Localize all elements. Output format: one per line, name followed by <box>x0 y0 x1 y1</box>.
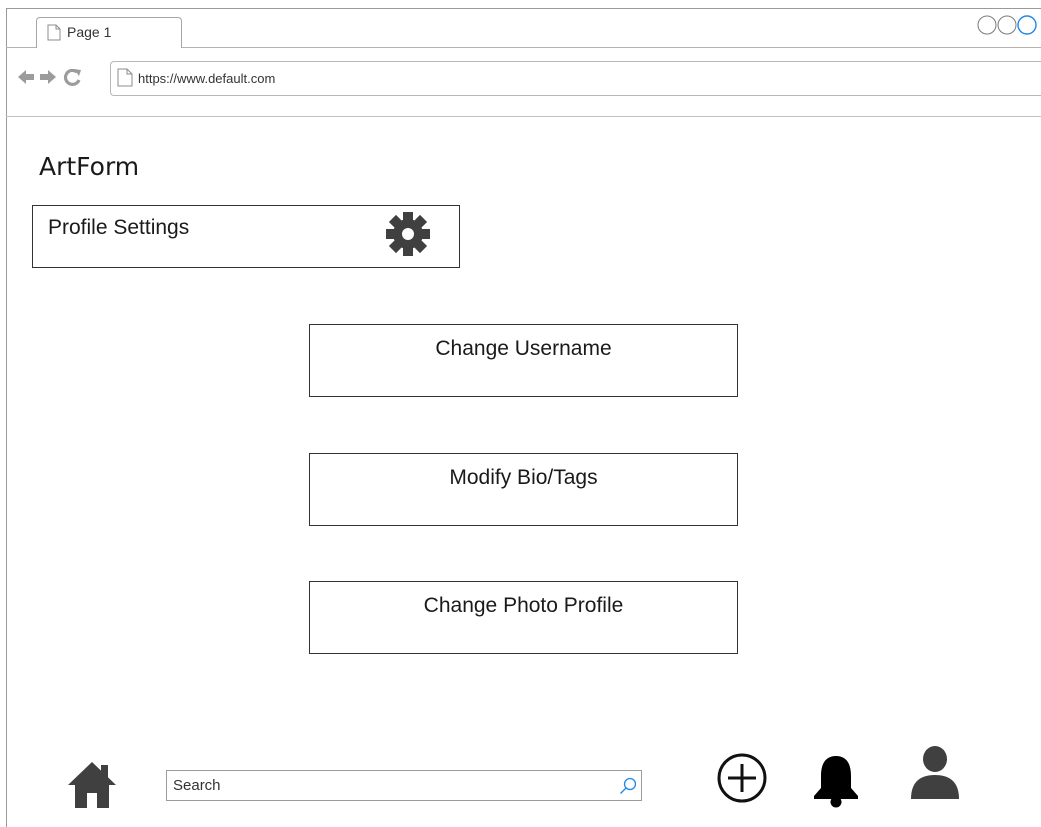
window-control-circle <box>1017 15 1037 35</box>
search-icon[interactable] <box>619 777 637 800</box>
change-photo-profile-label: Change Photo Profile <box>423 594 624 617</box>
tab-label: Page 1 <box>67 24 112 40</box>
toolbar-divider <box>6 116 1041 117</box>
url-text[interactable]: https://www.default.com <box>138 71 275 87</box>
browser-window: Page 1 https://www.default.com ArtForm P… <box>0 0 1041 827</box>
modify-bio-tags-label: Modify Bio/Tags <box>449 466 598 489</box>
modify-bio-tags-button[interactable]: Modify Bio/Tags <box>309 453 738 526</box>
browser-frame <box>6 8 1041 827</box>
reload-icon <box>63 68 81 86</box>
window-controls <box>977 14 1041 41</box>
change-username-button[interactable]: Change Username <box>309 324 738 397</box>
add-circle-icon[interactable] <box>716 752 768 809</box>
page-icon <box>47 24 61 46</box>
change-username-label: Change Username <box>435 337 612 360</box>
home-icon[interactable] <box>67 760 117 815</box>
page-icon <box>117 68 133 92</box>
browser-nav-icons <box>18 68 108 92</box>
bell-icon[interactable] <box>812 754 860 813</box>
window-control-circle <box>977 15 997 35</box>
profile-settings-label: Profile Settings <box>48 216 190 239</box>
app-title: ArtForm <box>39 152 140 181</box>
back-arrow-icon <box>18 70 34 84</box>
change-photo-profile-button[interactable]: Change Photo Profile <box>309 581 738 654</box>
gear-icon[interactable] <box>384 209 432 264</box>
user-icon[interactable] <box>910 745 960 806</box>
window-control-circle <box>997 15 1017 35</box>
search-field[interactable] <box>166 770 642 801</box>
search-input[interactable] <box>173 777 603 794</box>
forward-arrow-icon <box>40 70 56 84</box>
